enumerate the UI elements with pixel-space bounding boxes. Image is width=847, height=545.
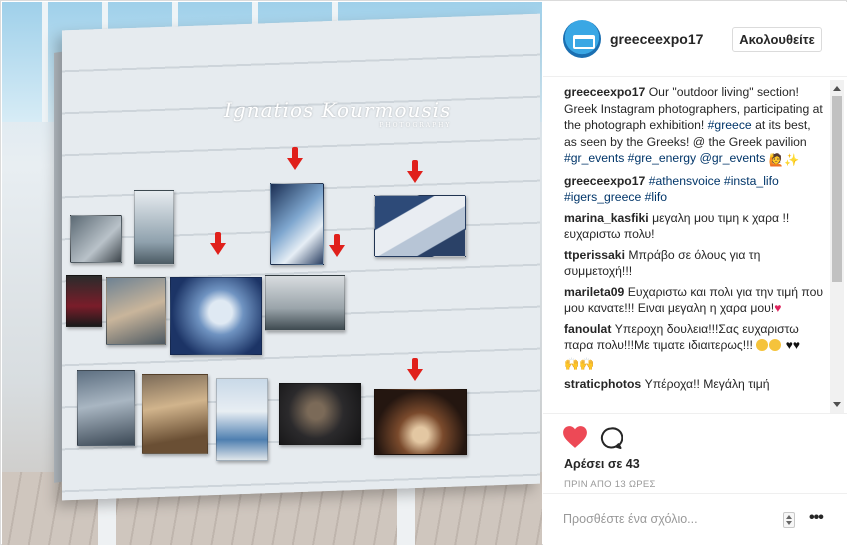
comment-icon[interactable]	[599, 426, 623, 450]
red-arrow-icon	[287, 147, 303, 173]
comment-author[interactable]: greeceexpo17	[564, 174, 645, 188]
add-comment-input[interactable]	[563, 504, 773, 534]
caption-author[interactable]: greeceexpo17	[564, 85, 645, 99]
heart-icon[interactable]	[562, 425, 588, 449]
comment-author[interactable]: marileta09	[564, 285, 624, 299]
board-leg-right	[397, 482, 415, 545]
black-heart-emoji-icon: ♥♥	[785, 338, 800, 352]
caption-tags[interactable]: #gr_events #gre_energy @gr_events	[564, 151, 765, 165]
comment: straticphotos Υπέροχα!! Μεγάλη τιμή	[564, 376, 826, 393]
smile-emoji-icon	[756, 339, 769, 351]
comment-author[interactable]: fanoulat	[564, 322, 611, 336]
post-header: greeceexpo17 Ακολουθείτε	[543, 2, 847, 77]
exhibit-photo	[270, 183, 324, 265]
scroll-thumb[interactable]	[832, 96, 842, 282]
exhibit-photo	[106, 277, 166, 345]
signature-text: Ignatios Kourmousis	[224, 98, 452, 122]
red-arrow-icon	[407, 358, 423, 384]
comment: greeceexpo17 #athensvoice #insta_lifo #i…	[564, 173, 826, 206]
scroll-up-icon[interactable]	[833, 86, 841, 91]
red-arrow-icon	[210, 232, 226, 258]
exhibit-photo	[142, 374, 208, 454]
comment: fanoulat Υπεροχη δουλεια!!!Σας ευχαριστω…	[564, 321, 826, 373]
red-arrow-icon	[407, 160, 423, 186]
exhibit-photo	[374, 389, 467, 455]
exhibit-photo	[279, 383, 361, 445]
raised-hands-emoji-icon: 🙌🙌	[564, 356, 595, 371]
red-arrow-icon	[329, 234, 345, 260]
post-actions: Αρέσει σε 43 ΠΡΙΝ ΑΠΟ 13 ΩΡΕΣ	[543, 413, 847, 493]
comment-author[interactable]: ttperissaki	[564, 248, 625, 262]
comment: marina_kasfiki μεγαλη μου τιμη κ χαρα !!…	[564, 210, 826, 243]
post-side-panel: greeceexpo17 Ακολουθείτε greeceexpo17 Ou…	[543, 2, 847, 545]
scroll-down-icon[interactable]	[833, 402, 841, 407]
add-comment-bar: •••	[543, 493, 847, 545]
exhibit-photo	[170, 277, 262, 355]
exhibit-photo	[216, 378, 268, 461]
woman-emoji-icon: 🙋	[768, 153, 784, 167]
following-button[interactable]: Ακολουθείτε	[732, 27, 822, 52]
exhibit-photo	[66, 275, 102, 327]
exhibit-photo	[70, 215, 122, 263]
exhibit-photo	[77, 370, 135, 446]
exhibit-photo	[134, 190, 174, 265]
sparkle-emoji-icon: ✨	[783, 153, 800, 167]
caption: greeceexpo17 Our "outdoor living" sectio…	[564, 84, 826, 169]
more-icon[interactable]: •••	[809, 509, 824, 527]
post-frame: Ignatios Kourmousis PHOTOGRAPHY greeceex…	[0, 0, 847, 545]
exhibit-photo	[374, 195, 466, 257]
post-photo[interactable]: Ignatios Kourmousis PHOTOGRAPHY	[2, 2, 542, 545]
signature-subtext: PHOTOGRAPHY	[379, 122, 452, 129]
red-heart-emoji-icon: ♥	[774, 301, 782, 315]
hashtag-greece-link[interactable]: #greece	[708, 118, 752, 132]
comment-author[interactable]: marina_kasfiki	[564, 211, 649, 225]
header-username[interactable]: greeceexpo17	[610, 31, 703, 47]
smile-emoji-icon	[769, 339, 782, 351]
photographer-signature: Ignatios Kourmousis PHOTOGRAPHY	[224, 98, 451, 129]
comment-text: Υπέροχα!! Μεγάλη τιμή	[644, 377, 770, 391]
input-spinner-icon[interactable]	[783, 512, 795, 528]
comment: ttperissaki Μπράβο σε όλους για τη συμμε…	[564, 247, 826, 280]
comment-author[interactable]: straticphotos	[564, 377, 641, 391]
likes-count[interactable]: Αρέσει σε 43	[564, 457, 640, 471]
comment: marileta09 Ευχαριστω και πολι για την τι…	[564, 284, 826, 317]
comments-scrollbar[interactable]	[830, 80, 844, 413]
avatar-logo-icon[interactable]	[563, 20, 601, 58]
post-timestamp[interactable]: ΠΡΙΝ ΑΠΟ 13 ΩΡΕΣ	[564, 479, 656, 490]
exhibit-photo	[265, 275, 345, 331]
comments-list[interactable]: greeceexpo17 Our "outdoor living" sectio…	[543, 77, 847, 413]
